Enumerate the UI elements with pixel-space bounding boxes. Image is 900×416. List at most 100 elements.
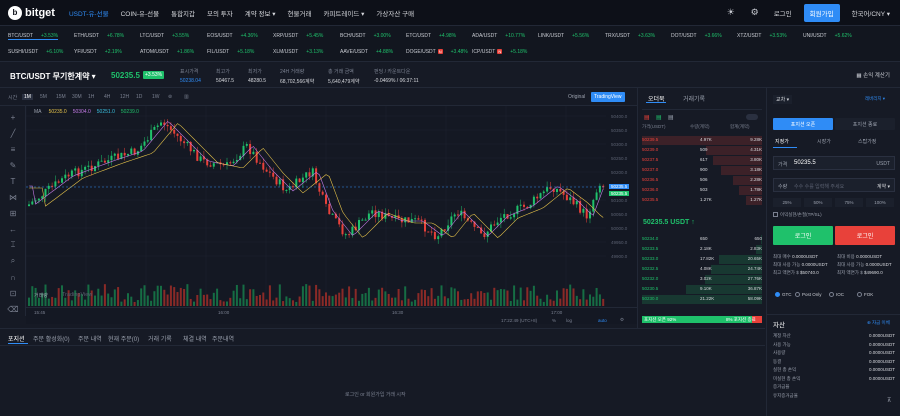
subtab-stop[interactable]: 스탑가정 — [858, 138, 876, 145]
trendline-icon[interactable]: ╱ — [8, 128, 18, 138]
view-both-icon[interactable]: ▤ — [644, 114, 650, 121]
layout-icon[interactable]: ▥ — [184, 94, 189, 100]
view-bids-icon[interactable]: ▤ — [656, 114, 662, 121]
timeframe-30M[interactable]: 30M — [72, 94, 82, 100]
nav-item-3[interactable]: 모의 투자 — [207, 8, 233, 18]
transfer-button[interactable]: ⊕ 자금 이체 — [867, 320, 890, 326]
percent-75[interactable]: 75% — [835, 198, 863, 207]
tpsl-checkbox[interactable]: 이익실현/손절(TP/SL) — [773, 212, 822, 218]
nav-item-0[interactable]: USDT-유-선물 — [69, 8, 109, 18]
orderbook-row[interactable]: 50233.5 2.18K 2.83K — [642, 245, 762, 254]
ticker-item[interactable]: ICP/USDT N +5.18% — [472, 49, 527, 55]
nav-item-5[interactable]: 현물거래 — [288, 8, 312, 18]
orderbook-row[interactable]: 50230.0 21.22K 58.09K — [642, 295, 762, 304]
candlestick-chart[interactable] — [25, 106, 637, 307]
timeframe-12H[interactable]: 12H — [120, 94, 129, 100]
percent-50[interactable]: 50% — [804, 198, 832, 207]
brand-logo[interactable]: b bitget — [8, 5, 55, 20]
quantity-input[interactable]: 수량 수수 수를 입력해 주세요 계약 ▾ — [773, 178, 895, 192]
ticker-item[interactable]: XLM/USDT +3.13% — [273, 49, 323, 55]
settings-gear-icon[interactable]: ⚙ — [750, 7, 760, 18]
orders-tab-3[interactable]: 현재 주문(0) — [108, 334, 139, 343]
ticker-item[interactable]: AAVE/USDT +4.88% — [340, 49, 393, 55]
text-tool-icon[interactable]: T — [8, 176, 18, 186]
ticker-item[interactable]: ETC/USDT +4.98% — [406, 33, 456, 39]
timeframe-15M[interactable]: 15M — [56, 94, 66, 100]
leverage-select[interactable]: 레버리지 ▾ — [865, 96, 885, 102]
nav-item-1[interactable]: COIN-유-선물 — [121, 8, 160, 18]
nav-item-7[interactable]: 가상자산 구매 — [376, 8, 414, 18]
login-button[interactable]: 로그인 — [774, 8, 792, 18]
signup-button[interactable]: 회원가입 — [803, 3, 840, 22]
subtab-market[interactable]: 시장가 — [817, 138, 831, 145]
indicator-icon[interactable]: ⊚ — [168, 94, 172, 100]
original-view-button[interactable]: Original — [565, 92, 588, 102]
ticker-item[interactable]: DOT/USDT +3.66% — [671, 33, 722, 39]
ticker-item[interactable]: DOGE/USDT N +3.48% — [406, 49, 468, 55]
timeframe-시간[interactable]: 시간 — [8, 94, 17, 101]
language-selector[interactable]: 한국어/CNY ▾ — [852, 8, 890, 18]
orderbook-row[interactable]: 50234.0 650 650 — [642, 235, 762, 244]
orderbook-row[interactable]: 50237.0 900 3.18K — [642, 166, 762, 175]
ruler-icon[interactable]: ⊞ — [8, 208, 18, 218]
buy-login-button[interactable]: 로그인 — [773, 226, 833, 245]
ticker-item[interactable]: XRP/USDT +5.45% — [273, 33, 323, 39]
timeframe-4H[interactable]: 4H — [104, 94, 110, 100]
ticker-item[interactable]: TRX/USDT +3.63% — [605, 33, 655, 39]
lock-icon[interactable]: ⊡ — [8, 288, 18, 298]
margin-mode-select[interactable]: 교차 ▾ — [773, 95, 793, 104]
horizontal-line-icon[interactable]: ≡ — [8, 144, 18, 154]
orders-tab-0[interactable]: 포지션 — [8, 334, 25, 343]
percent-25[interactable]: 25% — [773, 198, 801, 207]
orders-tab-5[interactable]: 체결 내역 — [183, 334, 207, 343]
chart-option-2[interactable]: log — [566, 318, 572, 323]
percent-100[interactable]: 100% — [866, 198, 894, 207]
tif-fok[interactable]: FOK — [857, 292, 873, 298]
login-prompt[interactable]: 로그인 or 회원가입 거래 시작 — [345, 391, 406, 398]
brush-icon[interactable]: ✎ — [8, 160, 18, 170]
orders-tab-1[interactable]: 주문 활성화(0) — [33, 334, 70, 343]
subtab-limit[interactable]: 지정가 — [775, 138, 789, 145]
ticker-item[interactable]: ADA/USDT +10.77% — [472, 33, 525, 39]
ticker-item[interactable]: LTC/USDT +3.55% — [140, 33, 189, 39]
orderbook-row[interactable]: 50233.0 17.82K 20.65K — [642, 255, 762, 264]
magnet-icon[interactable]: ∩ — [8, 272, 18, 282]
orders-tab-2[interactable]: 주문 내역 — [78, 334, 102, 343]
orderbook-row[interactable]: 50239.0 509 4.31K — [642, 146, 762, 155]
chart-option-0[interactable]: 17:22:49 (UTC+8) — [501, 318, 537, 323]
timeframe-1D[interactable]: 1D — [136, 94, 142, 100]
tif-post-only[interactable]: Post Only — [795, 292, 822, 298]
orderbook-row[interactable]: 50236.5 506 2.28K — [642, 176, 762, 185]
depth-toggle[interactable] — [746, 114, 758, 120]
orderbook-row[interactable]: 50232.5 4.08K 24.74K — [642, 265, 762, 274]
zoom-icon[interactable]: ⌕ — [8, 256, 18, 266]
tab-close-position[interactable]: 포지션 종료 — [835, 118, 895, 130]
tradingview-view-button[interactable]: TradingView — [591, 92, 625, 102]
qty-unit-select[interactable]: 계약 ▾ — [877, 183, 890, 190]
theme-toggle-icon[interactable]: ☀ — [726, 7, 736, 18]
timeframe-1W[interactable]: 1W — [152, 94, 160, 100]
tif-ioc[interactable]: IOC — [829, 292, 844, 298]
measure-icon[interactable]: ⌶ — [8, 240, 18, 250]
ticker-item[interactable]: XTZ/USDT +3.53% — [737, 33, 787, 39]
ticker-item[interactable]: SUSHI/USDT +6.10% — [8, 49, 63, 55]
pattern-icon[interactable]: ⋈ — [8, 192, 18, 202]
pair-selector[interactable]: BTC/USDT 무기한계약 ▾ — [10, 71, 96, 82]
orderbook-row[interactable]: 50239.5 4.97K 9.28K — [642, 136, 762, 145]
ticker-item[interactable]: ATOM/USDT +1.86% — [140, 49, 194, 55]
timeframe-5M[interactable]: 5M — [40, 94, 47, 100]
pnl-calculator-button[interactable]: ▦ 손익 계산기 — [856, 71, 890, 79]
chart-settings-icon[interactable]: ⚙ — [620, 317, 624, 323]
trash-icon[interactable]: ⌫ — [7, 304, 18, 314]
orders-tab-4[interactable]: 거래 기록 — [148, 334, 172, 343]
ticker-item[interactable]: BCH/USDT +3.00% — [340, 33, 391, 39]
orderbook-row[interactable]: 50230.5 9.10K 36.87K — [642, 285, 762, 294]
view-asks-icon[interactable]: ▤ — [668, 114, 674, 121]
orderbook-row[interactable]: 50235.5 1.27K 1.27K — [642, 196, 762, 205]
chart-option-1[interactable]: % — [552, 318, 556, 323]
nav-item-4[interactable]: 계약 정보 ▾ — [245, 8, 276, 18]
nav-item-2[interactable]: 통합지갑 — [171, 8, 195, 18]
ticker-item[interactable]: LINK/USDT +5.56% — [538, 33, 589, 39]
ticker-item[interactable]: EOS/USDT +4.36% — [207, 33, 258, 39]
ticker-item[interactable]: ETH/USDT +6.78% — [74, 33, 124, 39]
